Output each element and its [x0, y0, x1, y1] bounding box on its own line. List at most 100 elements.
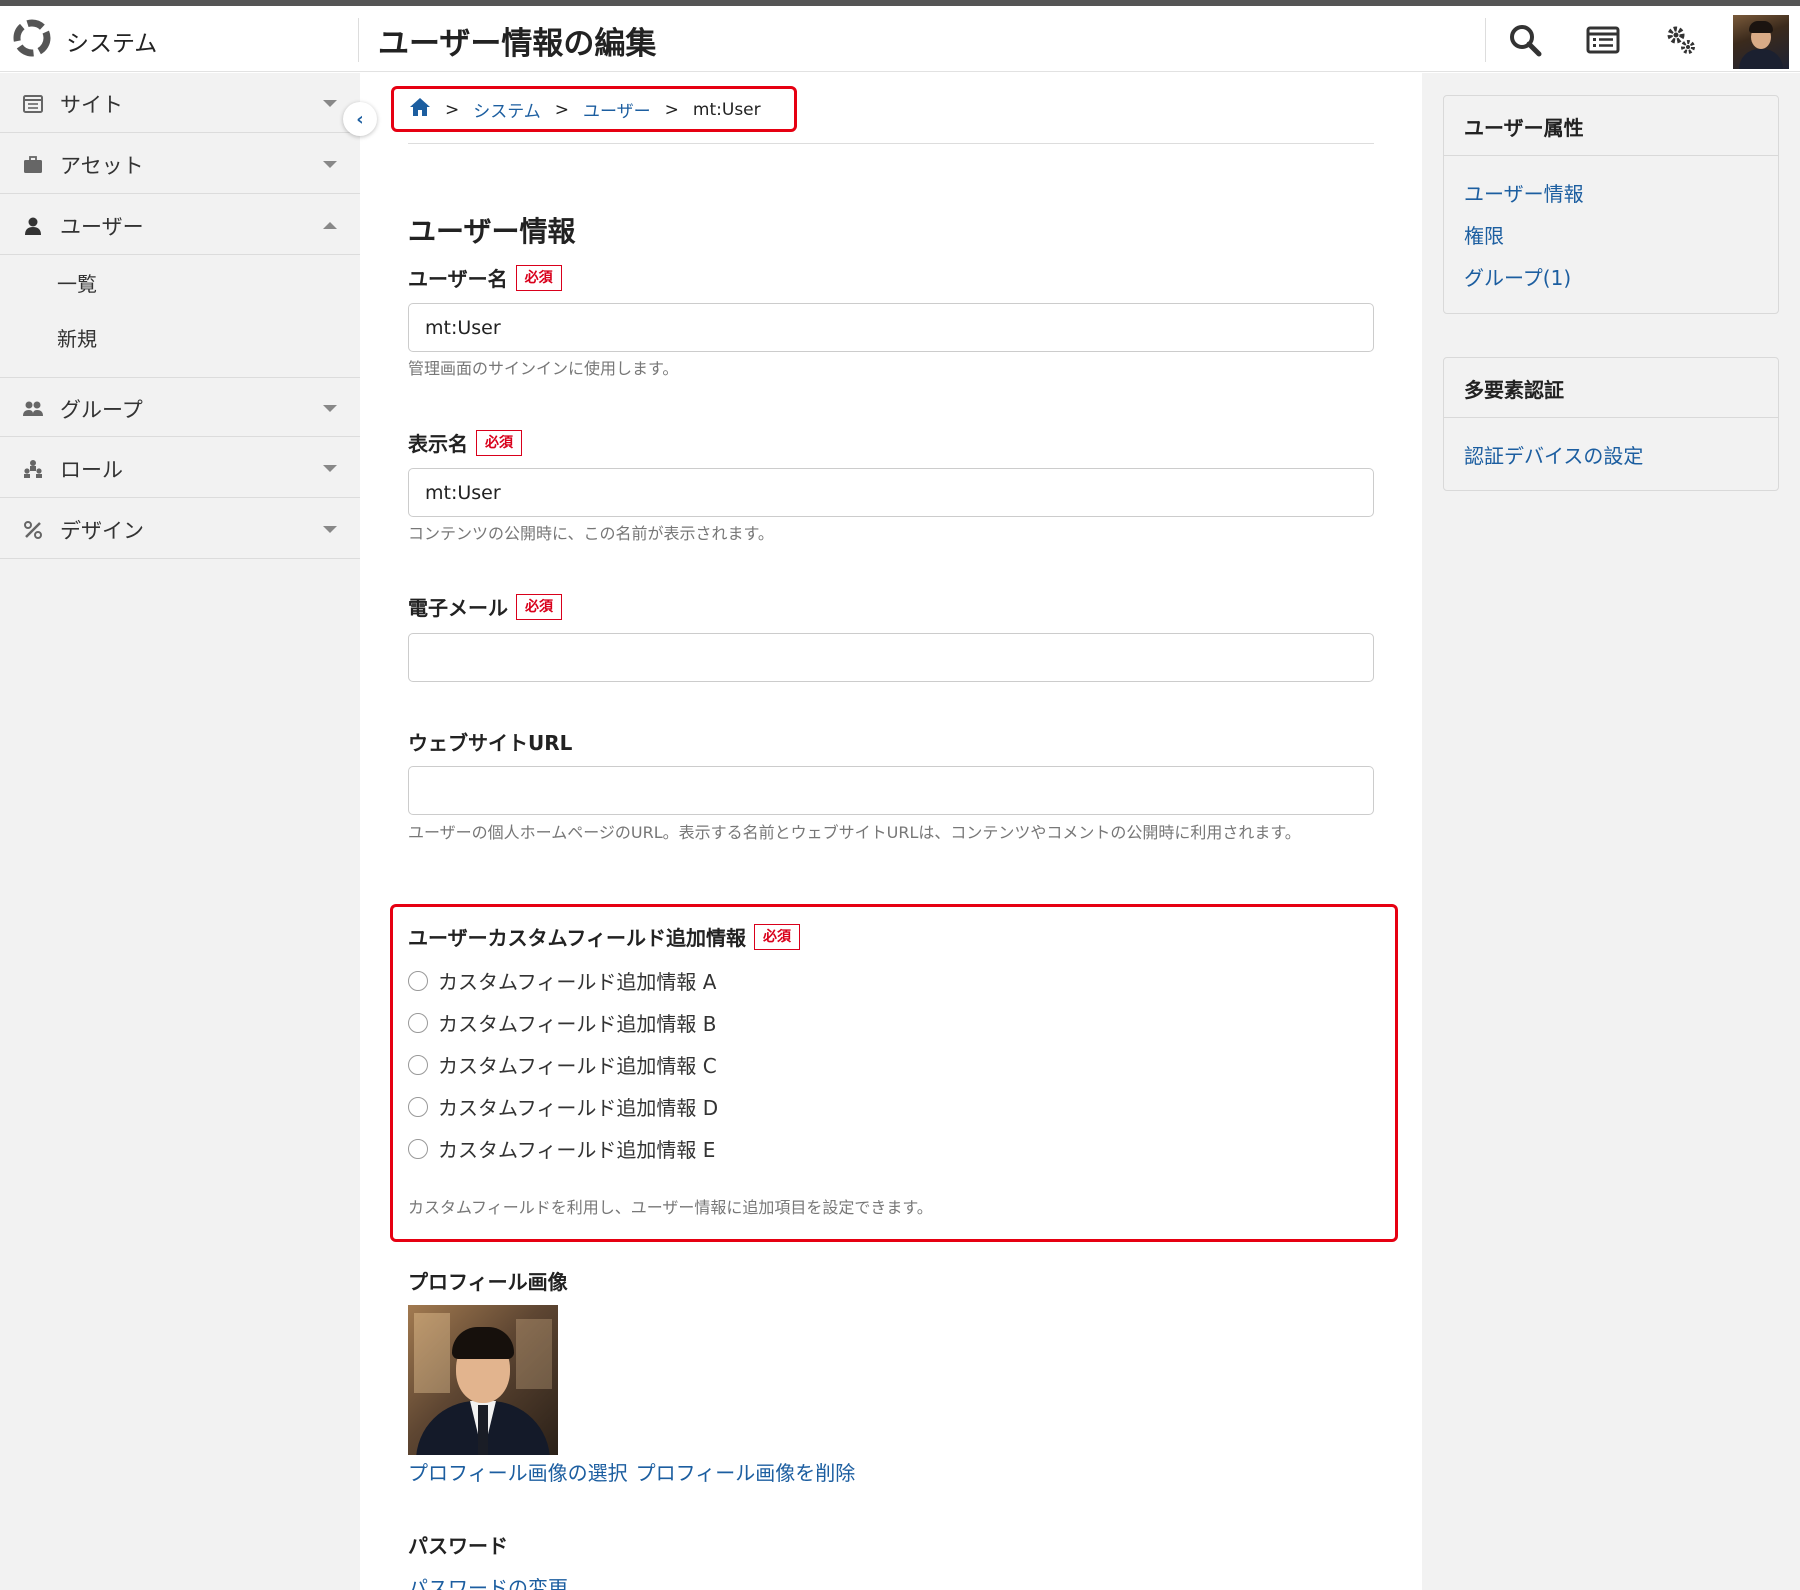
breadcrumb-separator: > — [445, 99, 460, 120]
profile-image-actions: プロフィール画像の選択 プロフィール画像を削除 — [408, 1457, 855, 1486]
username-input[interactable] — [408, 303, 1374, 352]
logo-icon[interactable] — [10, 16, 54, 60]
page-title: ユーザー情報の編集 — [378, 26, 657, 62]
sidebar-item-asset[interactable]: アセット — [0, 134, 360, 194]
option-label: カスタムフィールド追加情報 C — [438, 1054, 717, 1078]
user-attributes-panel: ユーザー属性 ユーザー情報 権限 グループ(1) — [1443, 95, 1779, 314]
sidebar-item-label: ユーザー — [60, 215, 144, 239]
sidebar-item-label: デザイン — [60, 519, 144, 543]
custom-field-label-text: ユーザーカスタムフィールド追加情報 — [408, 926, 746, 950]
breadcrumb-system[interactable]: システム — [473, 97, 541, 122]
password-label-text: パスワード — [408, 1534, 508, 1558]
custom-field-label: ユーザーカスタムフィールド追加情報 必須 — [408, 922, 800, 951]
breadcrumb-divider — [408, 143, 1374, 144]
sidebar-item-site[interactable]: サイト — [0, 73, 360, 133]
panel-link-user-info[interactable]: ユーザー情報 — [1464, 178, 1584, 207]
website-hint: ユーザーの個人ホームページのURL。表示する名前とウェブサイトURLは、コンテン… — [408, 823, 1301, 842]
delete-profile-image-link[interactable]: プロフィール画像を削除 — [636, 1457, 856, 1486]
panel-link-device-settings[interactable]: 認証デバイスの設定 — [1464, 440, 1643, 469]
profile-image-label: プロフィール画像 — [408, 1266, 568, 1295]
panel-link-permissions[interactable]: 権限 — [1464, 220, 1504, 249]
group-icon — [22, 398, 44, 420]
display-name-label: 表示名 必須 — [408, 428, 522, 457]
chevron-left-icon: ‹ — [356, 108, 364, 130]
username-label: ユーザー名 必須 — [408, 263, 562, 292]
profile-image-label-text: プロフィール画像 — [408, 1270, 568, 1294]
section-title: ユーザー情報 — [408, 215, 576, 248]
option-label: カスタムフィールド追加情報 E — [438, 1138, 716, 1162]
sidebar-item-label: ロール — [60, 458, 123, 482]
panel-divider — [1444, 155, 1778, 156]
password-label: パスワード — [408, 1530, 508, 1559]
email-field[interactable] — [408, 633, 1374, 682]
radio-button[interactable] — [408, 1012, 428, 1033]
display-name-input[interactable] — [408, 468, 1374, 517]
chevron-up-icon — [323, 222, 337, 229]
display-name-label-text: 表示名 — [408, 432, 468, 456]
username-hint: 管理画面のサインインに使用します。 — [408, 359, 679, 378]
chevron-down-icon — [323, 526, 337, 533]
required-badge: 必須 — [516, 593, 562, 620]
chevron-down-icon — [323, 405, 337, 412]
required-badge: 必須 — [754, 923, 800, 950]
panel-divider — [1444, 417, 1778, 418]
app-header: システム ユーザー情報の編集 — [0, 6, 1800, 72]
radio-button[interactable] — [408, 1054, 428, 1075]
website-url-input[interactable] — [408, 766, 1374, 815]
radio-button[interactable] — [408, 1138, 428, 1159]
system-label[interactable]: システム — [66, 24, 157, 58]
website-label: ウェブサイトURL — [408, 727, 572, 756]
list-view-icon[interactable] — [1583, 20, 1623, 60]
gear-icon[interactable] — [1661, 20, 1701, 60]
avatar[interactable] — [1733, 15, 1789, 69]
design-icon — [22, 519, 44, 541]
sidebar-item-label: サイト — [60, 93, 123, 117]
panel-link-groups[interactable]: グループ(1) — [1464, 262, 1571, 291]
radio-button[interactable] — [408, 1096, 428, 1117]
sidebar-subitem-list[interactable]: 一覧 — [57, 268, 97, 297]
search-icon[interactable] — [1505, 20, 1545, 60]
sidebar-item-label: アセット — [60, 154, 144, 178]
breadcrumb-user[interactable]: ユーザー — [583, 97, 651, 122]
breadcrumb: > システム > ユーザー > mt:User — [409, 97, 761, 122]
mfa-panel: 多要素認証 認証デバイスの設定 — [1443, 357, 1779, 491]
sidebar-item-group[interactable]: グループ — [0, 377, 360, 437]
email-label: 電子メール 必須 — [408, 592, 562, 621]
list-icon — [22, 93, 44, 115]
header-divider — [1485, 18, 1486, 62]
chevron-down-icon — [323, 161, 337, 168]
custom-field-option-a[interactable]: カスタムフィールド追加情報 A — [408, 966, 716, 995]
sidebar-item-user[interactable]: ユーザー — [0, 195, 360, 255]
panel-title: 多要素認証 — [1464, 378, 1564, 402]
select-profile-image-link[interactable]: プロフィール画像の選択 — [408, 1457, 628, 1486]
header-divider — [358, 18, 359, 62]
home-icon[interactable] — [409, 97, 431, 122]
chevron-down-icon — [323, 465, 337, 472]
sidebar-item-design[interactable]: デザイン — [0, 499, 360, 559]
radio-button[interactable] — [408, 970, 428, 991]
sidebar-subitem-new[interactable]: 新規 — [57, 323, 97, 352]
custom-field-option-d[interactable]: カスタムフィールド追加情報 D — [408, 1092, 718, 1121]
briefcase-icon — [22, 154, 44, 176]
profile-image — [408, 1305, 558, 1455]
username-label-text: ユーザー名 — [408, 267, 508, 291]
panel-title: ユーザー属性 — [1464, 116, 1584, 140]
website-label-text: ウェブサイトURL — [408, 731, 573, 755]
role-icon — [22, 458, 44, 480]
breadcrumb-separator: > — [664, 99, 679, 120]
custom-field-option-e[interactable]: カスタムフィールド追加情報 E — [408, 1134, 715, 1163]
required-badge: 必須 — [476, 429, 522, 456]
display-name-hint: コンテンツの公開時に、この名前が表示されます。 — [408, 524, 774, 543]
breadcrumb-separator: > — [554, 99, 569, 120]
sidebar-item-label: グループ — [60, 398, 143, 422]
custom-field-option-b[interactable]: カスタムフィールド追加情報 B — [408, 1008, 716, 1037]
chevron-down-icon — [323, 100, 337, 107]
required-badge: 必須 — [515, 264, 562, 291]
change-password-link[interactable]: パスワードの変更 — [408, 1572, 568, 1590]
option-label: カスタムフィールド追加情報 D — [438, 1096, 719, 1120]
option-label: カスタムフィールド追加情報 B — [438, 1012, 717, 1036]
custom-field-hint: カスタムフィールドを利用し、ユーザー情報に追加項目を設定できます。 — [408, 1198, 933, 1217]
sidebar-collapse-button[interactable]: ‹ — [343, 102, 377, 136]
sidebar-item-role[interactable]: ロール — [0, 438, 360, 498]
custom-field-option-c[interactable]: カスタムフィールド追加情報 C — [408, 1050, 717, 1079]
